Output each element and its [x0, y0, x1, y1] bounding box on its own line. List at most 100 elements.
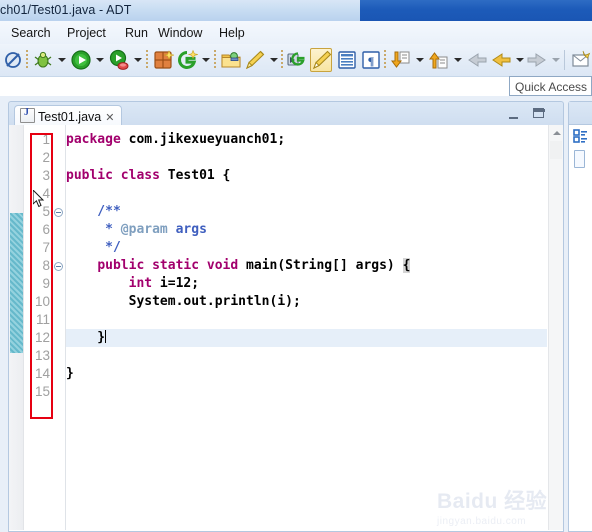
toolbar-vsep [564, 50, 565, 70]
line-number: 3 [42, 168, 50, 183]
new-icon[interactable] [244, 49, 266, 71]
code-token: com.jikexueyuanch01; [120, 132, 286, 147]
main-toolbar: ¶ [0, 44, 592, 77]
code-line[interactable]: */ [66, 239, 121, 257]
previous-annotation-dropdown-arrow[interactable] [452, 49, 464, 71]
line-number: 10 [34, 294, 50, 309]
editor-area: Test01.java✕ 123456789101112131415 packa… [8, 101, 564, 532]
forward-icon[interactable] [526, 49, 548, 71]
code-token: class [120, 168, 160, 183]
code-line[interactable]: } [66, 329, 107, 347]
forward-dropdown-arrow[interactable] [550, 49, 562, 71]
line-number: 9 [42, 276, 50, 291]
toolbar-separator-2 [146, 50, 148, 70]
back-dropdown-arrow[interactable] [514, 49, 526, 71]
toolbar-separator-3 [214, 50, 216, 70]
line-number: 15 [34, 384, 50, 399]
run-external-dropdown-arrow[interactable] [132, 49, 144, 71]
code-line[interactable]: int i=12; [66, 275, 199, 293]
outline-view-panel[interactable] [568, 101, 592, 532]
skip-all-breakpoints-icon[interactable] [2, 49, 24, 71]
scrollbar-thumb[interactable] [550, 141, 562, 159]
menu-item-search[interactable]: Search [8, 25, 54, 41]
menu-item-window[interactable]: Window [155, 25, 205, 41]
line-number: 11 [35, 312, 50, 327]
line-number: 14 [34, 366, 50, 381]
menu-item-project[interactable]: Project [64, 25, 109, 41]
marker-selection-strip [10, 213, 23, 353]
editor-marker-bar[interactable] [9, 125, 24, 530]
code-line[interactable]: public static void main(String[] args) { [66, 257, 411, 275]
code-token: static [152, 258, 200, 273]
run-external-tools-icon[interactable] [108, 49, 130, 71]
new-android-project-icon[interactable] [152, 49, 175, 71]
code-token: public [66, 168, 113, 183]
new-dropdown-arrow[interactable] [268, 49, 280, 71]
toggle-mark-occurrences-icon[interactable] [310, 48, 332, 72]
minimize-icon[interactable] [509, 111, 518, 119]
svg-text:¶: ¶ [368, 54, 374, 68]
line-number: 6 [42, 222, 50, 237]
show-whitespace-icon[interactable]: ¶ [360, 49, 382, 71]
outline-view-tabbar [569, 102, 592, 125]
next-annotation-icon[interactable] [390, 49, 412, 71]
folding-ruler[interactable] [53, 125, 66, 530]
last-edit-location-icon[interactable] [466, 49, 488, 71]
previous-annotation-icon[interactable] [428, 49, 450, 71]
code-text-area[interactable]: package com.jikexueyuanch01; public class… [66, 125, 547, 530]
back-icon[interactable] [490, 49, 512, 71]
close-icon[interactable]: ✕ [105, 112, 114, 124]
code-token: @param [120, 222, 168, 237]
editor-body: 1 2 3 4 5 6 7 8 9 10 11 12 13 14 15 package com.jikexu… [8, 125, 564, 532]
new-android-activity-icon[interactable] [176, 49, 198, 71]
watermark-url: jingyan.baidu.com [437, 516, 527, 527]
editor-tab-test01[interactable]: Test01.java✕ [14, 105, 123, 126]
code-line[interactable]: * @param args [66, 221, 207, 239]
new-window-icon[interactable] [570, 49, 592, 71]
open-package-icon[interactable] [220, 49, 242, 71]
fold-collapse-icon[interactable] [54, 262, 63, 271]
scroll-up-icon[interactable] [553, 131, 561, 135]
outline-item-placeholder [574, 150, 585, 168]
code-token: package [66, 132, 121, 147]
debug-icon[interactable] [32, 49, 54, 71]
run-dropdown-arrow[interactable] [94, 49, 106, 71]
menu-item-help[interactable]: Help [216, 25, 248, 41]
code-token: */ [66, 240, 121, 255]
new-activity-dropdown-arrow[interactable] [200, 49, 212, 71]
run-icon[interactable] [70, 49, 92, 71]
toolbar-separator-5 [384, 50, 386, 70]
next-annotation-dropdown-arrow[interactable] [414, 49, 426, 71]
code-token: } [66, 330, 106, 345]
toolbar-separator-4 [281, 50, 283, 70]
code-token: } [66, 366, 74, 381]
code-line[interactable]: /** [66, 203, 121, 221]
quick-access-input[interactable]: Quick Access [509, 76, 592, 96]
code-line[interactable]: System.out.println(i); [66, 293, 301, 311]
editor-tab-bar: Test01.java✕ [8, 101, 564, 126]
editor-vertical-scrollbar[interactable] [548, 125, 563, 530]
debug-dropdown-arrow[interactable] [56, 49, 68, 71]
open-task-icon[interactable] [336, 49, 358, 71]
editor-tab-label: Test01.java [38, 110, 102, 124]
run-android-icon[interactable] [286, 49, 308, 71]
code-line[interactable]: } [66, 365, 74, 383]
code-line[interactable]: package com.jikexueyuanch01; [66, 131, 285, 149]
current-line-highlight [66, 329, 547, 347]
menu-bar: Search Project Run Window Help [0, 21, 592, 45]
line-number: 13 [34, 348, 50, 363]
maximize-icon[interactable] [533, 108, 545, 118]
code-line[interactable]: public class Test01 { [66, 167, 230, 185]
text-caret [105, 330, 107, 343]
code-token: args [167, 222, 207, 237]
mouse-cursor [32, 188, 45, 209]
menu-item-run[interactable]: Run [122, 25, 151, 41]
code-token: main(String[] args) [238, 258, 403, 273]
fold-collapse-icon[interactable] [54, 208, 63, 217]
baidu-watermark: Baidu 经验 jingyan.baidu.com [437, 485, 587, 527]
code-token: System.out.println(i); [66, 294, 301, 309]
